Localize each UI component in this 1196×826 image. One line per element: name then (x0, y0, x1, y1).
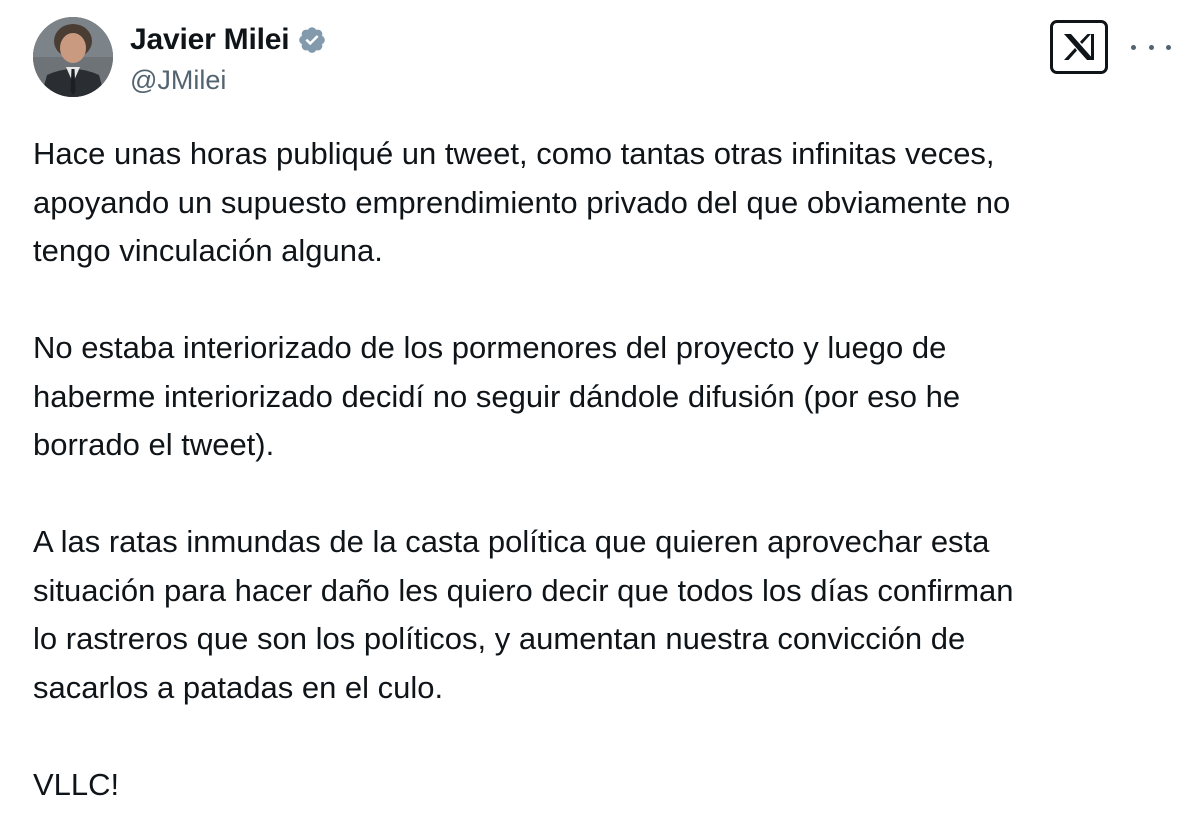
display-name[interactable]: Javier Milei (130, 23, 290, 57)
author-identity: Javier Milei @JMilei (130, 21, 327, 96)
user-handle[interactable]: @JMilei (130, 65, 327, 96)
tweet-line: haberme interiorizado decidí no seguir d… (33, 378, 961, 414)
tweet-line: VLLC! (33, 766, 120, 802)
tweet-paragraph: No estaba interiorizado de los pormenore… (33, 324, 1173, 470)
tweet-paragraph: Hace unas horas publiqué un tweet, como … (33, 130, 1173, 276)
tweet-line: No estaba interiorizado de los pormenore… (33, 330, 947, 365)
tweet-line: A las ratas inmundas de la casta polític… (33, 524, 990, 559)
avatar[interactable] (33, 17, 113, 97)
tweet-line: apoyando un supuesto emprendimiento priv… (33, 184, 1011, 220)
tweet-paragraph: A las ratas inmundas de la casta polític… (33, 518, 1173, 712)
tweet-line: lo rastreros que son los políticos, y au… (33, 621, 966, 656)
more-dot (1166, 44, 1171, 50)
tweet-paragraph: VLLC! (33, 761, 1173, 810)
more-options-icon[interactable] (1131, 35, 1171, 59)
name-row: Javier Milei (130, 21, 327, 59)
tweet-text: Hace unas horas publiqué un tweet, como … (33, 130, 1173, 809)
verified-badge-icon[interactable] (297, 25, 327, 55)
tweet-line: tengo vinculación alguna. (33, 233, 383, 268)
profile-photo-icon (33, 17, 113, 97)
tweet-card: Javier Milei @JMilei Hace unas horas pub… (0, 0, 1196, 826)
tweet-header: Javier Milei @JMilei (33, 17, 1172, 99)
more-dot (1148, 44, 1154, 50)
x-logo-icon[interactable] (1050, 20, 1108, 74)
tweet-line: borrado el tweet). (33, 427, 275, 462)
more-dot (1131, 44, 1136, 50)
tweet-line: situación para hacer daño les quiero dec… (33, 572, 1014, 608)
tweet-line: Hace unas horas publiqué un tweet, como … (33, 136, 995, 171)
tweet-line: sacarlos a patadas en el culo. (33, 669, 444, 705)
